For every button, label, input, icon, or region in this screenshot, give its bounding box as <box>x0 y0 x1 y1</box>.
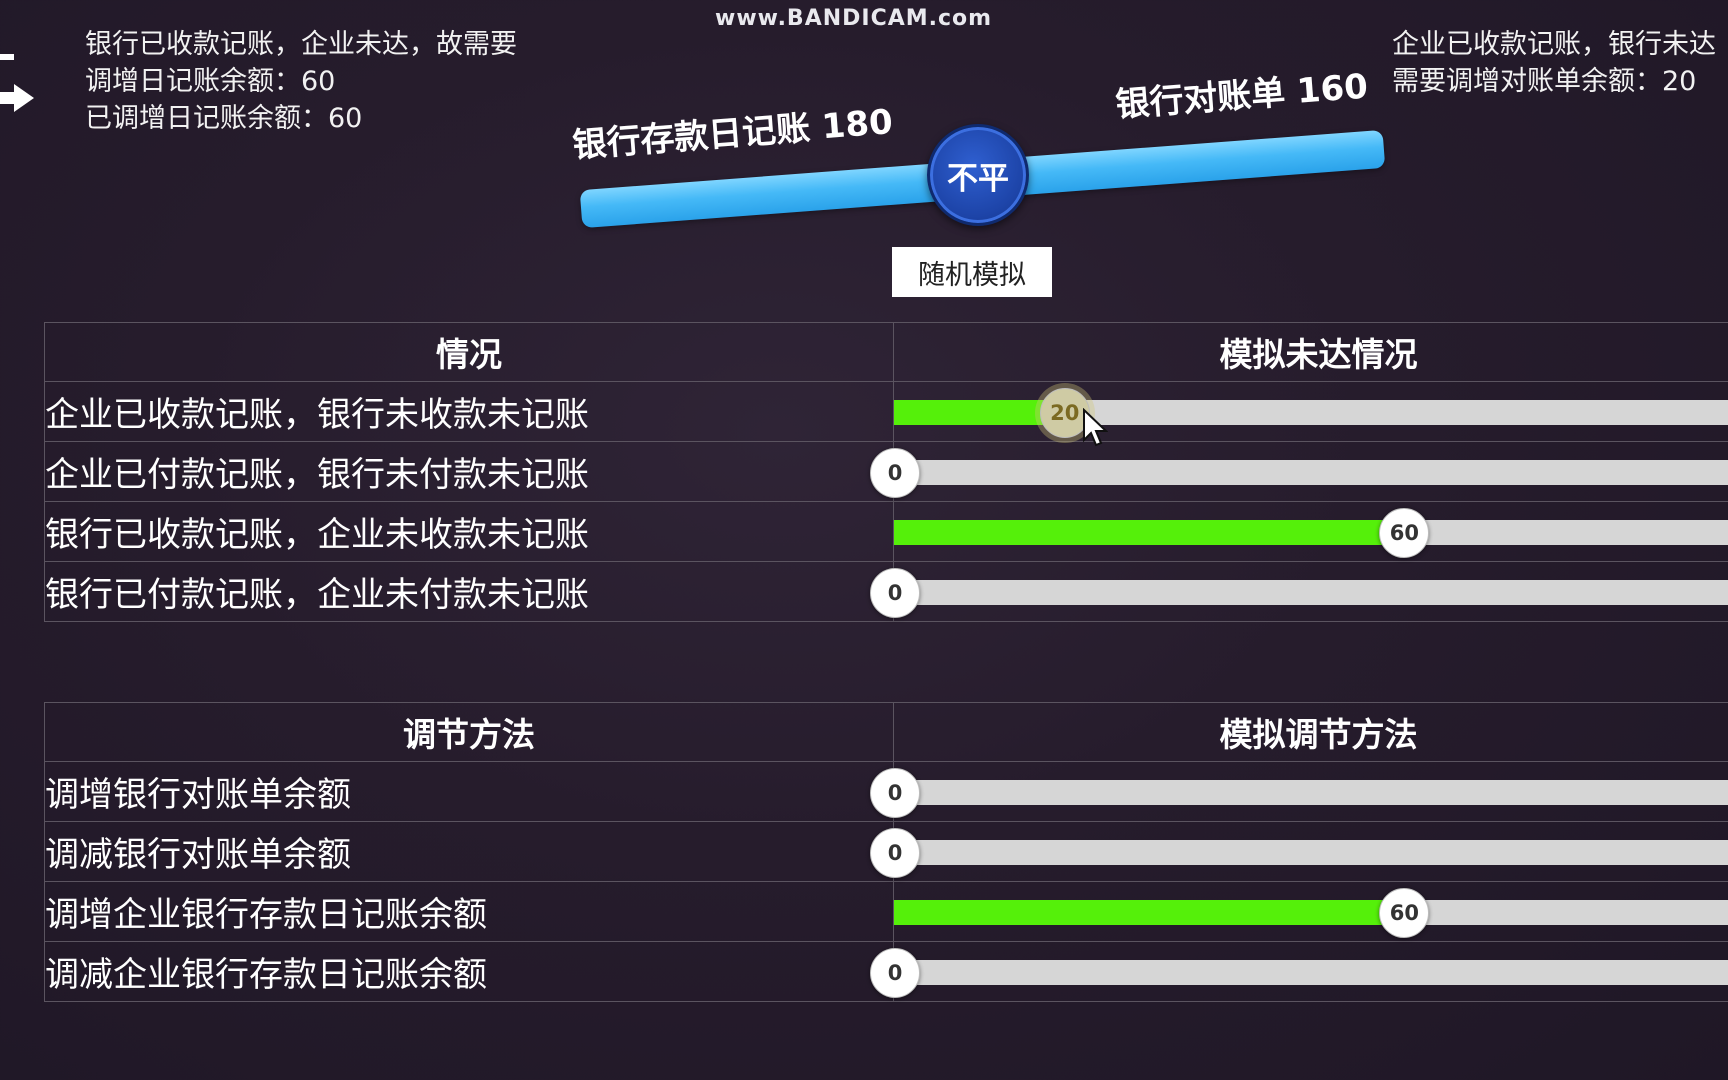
table-header-row: 调节方法 模拟调节方法 <box>44 702 1728 762</box>
slider-fill <box>894 900 1404 925</box>
table-row: 调增银行对账单余额 0 <box>44 761 1728 822</box>
slider-handle[interactable]: 0 <box>870 948 920 998</box>
simulate-method-header: 模拟调节方法 <box>893 702 1728 762</box>
method-row-label: 调减银行对账单余额 <box>44 821 894 882</box>
method-panel: 调节方法 模拟调节方法 调增银行对账单余额 0 调减银行对账单余额 0 调增企业… <box>44 702 1728 1002</box>
situation-header: 情况 <box>44 322 894 382</box>
left-info-panel: 银行已收款记账，企业未达，故需要 调增日记账余额：60 已调增日记账余额：60 <box>85 26 517 137</box>
slider-handle[interactable]: 60 <box>1379 508 1430 558</box>
slider-handle[interactable]: 0 <box>870 828 920 878</box>
situation-row-label: 银行已收款记账，企业未收款未记账 <box>44 501 894 562</box>
situation-slider[interactable]: 0 <box>870 441 1728 502</box>
slider-track[interactable] <box>894 960 1728 985</box>
method-row-label: 调增企业银行存款日记账余额 <box>44 881 894 942</box>
method-slider[interactable]: 0 <box>870 941 1728 1002</box>
table-header-row: 情况 模拟未达情况 <box>44 322 1728 382</box>
method-row-label: 调增银行对账单余额 <box>44 761 894 822</box>
slider-handle[interactable]: 60 <box>1379 888 1430 938</box>
method-table: 调节方法 模拟调节方法 调增银行对账单余额 0 调减银行对账单余额 0 调增企业… <box>44 702 1728 1002</box>
table-row: 企业已付款记账，银行未付款未记账 0 <box>44 441 1728 502</box>
table-row: 调减企业银行存款日记账余额 0 <box>44 941 1728 1002</box>
back-arrow-icon[interactable] <box>0 48 36 128</box>
method-slider[interactable]: 60 <box>893 881 1728 942</box>
slider-fill <box>894 400 1064 425</box>
slider-track[interactable] <box>894 460 1728 485</box>
situation-row-label: 企业已付款记账，银行未付款未记账 <box>44 441 894 502</box>
slider-handle[interactable]: 0 <box>870 448 920 498</box>
slider-track[interactable] <box>894 900 1728 925</box>
method-row-label: 调减企业银行存款日记账余额 <box>44 941 894 1002</box>
situation-panel: 情况 模拟未达情况 企业已收款记账，银行未收款未记账 20 企业已付款记账，银行… <box>44 322 1728 622</box>
statement-balance-label: 银行对账单 160 <box>1114 66 1370 126</box>
recording-watermark: www.BANDICAM.com <box>715 6 993 31</box>
table-row: 调减银行对账单余额 0 <box>44 821 1728 882</box>
slider-fill <box>894 520 1404 545</box>
random-simulate-button[interactable]: 随机模拟 <box>892 247 1052 297</box>
journal-balance-label: 银行存款日记账 180 <box>571 102 895 166</box>
method-header: 调节方法 <box>44 702 894 762</box>
right-info-line: 企业已收款记账，银行未达 <box>1392 29 1716 60</box>
situation-row-label: 企业已收款记账，银行未收款未记账 <box>44 381 894 442</box>
slider-handle[interactable]: 0 <box>870 768 920 818</box>
slider-track[interactable] <box>894 580 1728 605</box>
slider-track[interactable] <box>894 840 1728 865</box>
method-slider[interactable]: 0 <box>870 821 1728 882</box>
slider-track[interactable] <box>894 520 1728 545</box>
situation-slider[interactable]: 20 <box>893 381 1728 442</box>
situation-table: 情况 模拟未达情况 企业已收款记账，银行未收款未记账 20 企业已付款记账，银行… <box>44 322 1728 622</box>
table-row: 银行已付款记账，企业未付款未记账 0 <box>44 561 1728 622</box>
method-slider[interactable]: 0 <box>870 761 1728 822</box>
left-info-line: 已调增日记账余额：60 <box>85 103 363 134</box>
table-row: 调增企业银行存款日记账余额 60 <box>44 881 1728 942</box>
left-info-line: 银行已收款记账，企业未达，故需要 <box>85 29 517 60</box>
simulate-situation-header: 模拟未达情况 <box>893 322 1728 382</box>
table-row: 银行已收款记账，企业未收款未记账 60 <box>44 501 1728 562</box>
situation-row-label: 银行已付款记账，企业未付款未记账 <box>44 561 894 622</box>
balance-status-badge: 不平 <box>927 124 1029 226</box>
slider-track[interactable] <box>894 780 1728 805</box>
right-info-panel: 企业已收款记账，银行未达 需要调增对账单余额：20 <box>1392 26 1716 100</box>
slider-handle[interactable]: 0 <box>870 568 920 618</box>
slider-track[interactable] <box>894 400 1728 425</box>
balance-scale: 银行存款日记账 180 银行对账单 160 不平 <box>560 60 1390 250</box>
situation-slider[interactable]: 0 <box>870 561 1728 622</box>
situation-slider[interactable]: 60 <box>893 501 1728 562</box>
table-row: 企业已收款记账，银行未收款未记账 20 <box>44 381 1728 442</box>
right-info-line: 需要调增对账单余额：20 <box>1392 66 1697 97</box>
mouse-cursor-icon <box>1083 408 1108 447</box>
left-info-line: 调增日记账余额：60 <box>85 66 336 97</box>
